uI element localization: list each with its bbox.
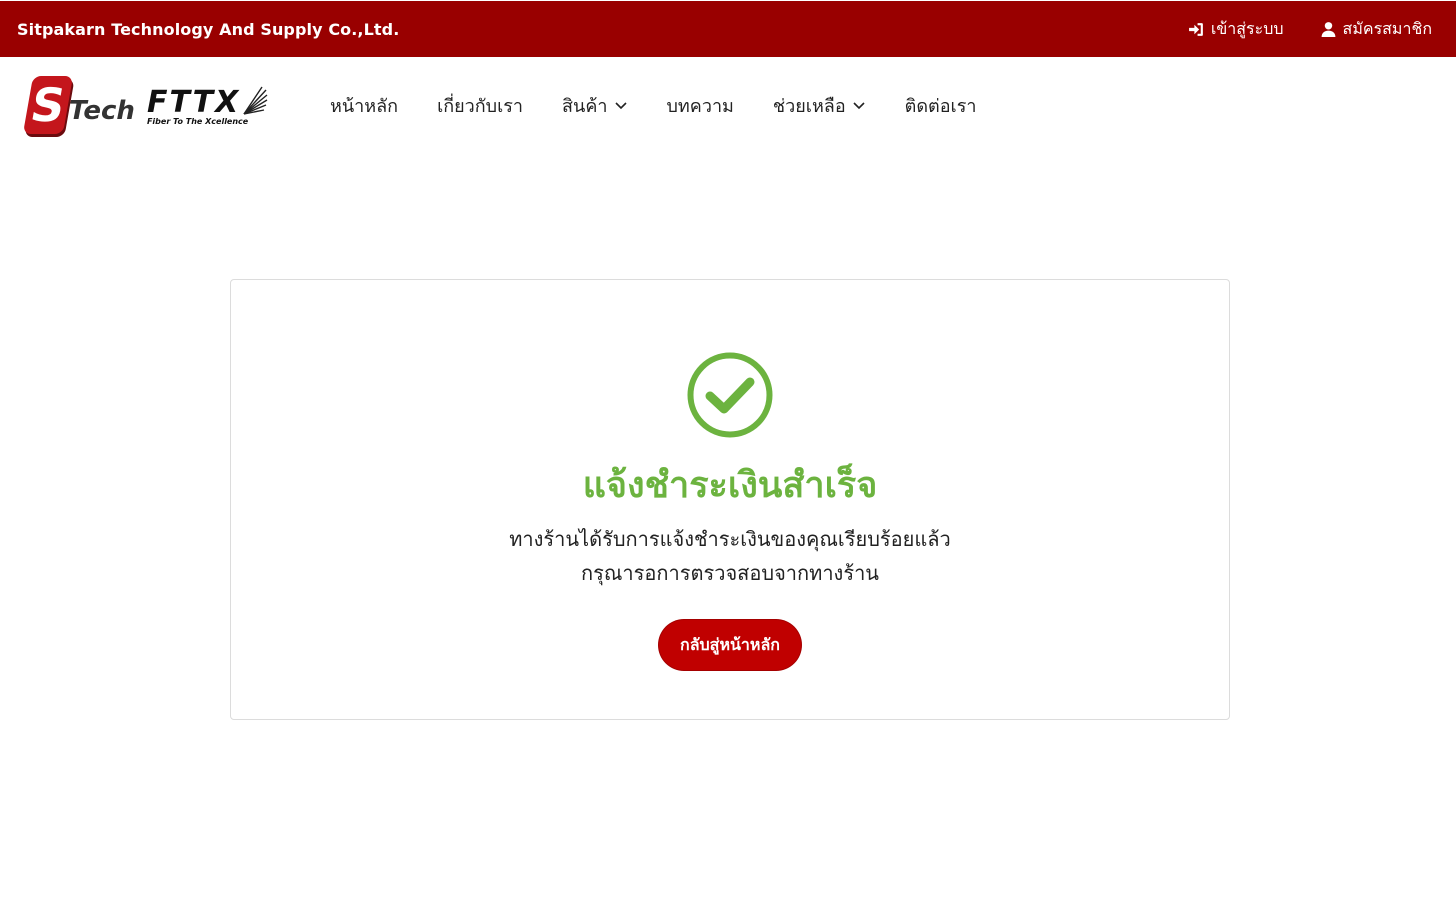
nav-item-label: หน้าหลัก xyxy=(330,95,399,117)
logo-fttx-tagline: Fiber To The Xcellence xyxy=(146,117,249,126)
account-links: เข้าสู่ระบบ สมัครสมาชิก xyxy=(1188,17,1432,42)
message-line-2: กรุณารอการตรวจสอบจากทางร้าน xyxy=(581,561,879,585)
logo-fttx-word: FTTX xyxy=(146,85,241,120)
check-circle-icon xyxy=(687,352,773,438)
logo-tech-word: Tech xyxy=(69,96,135,126)
login-link[interactable]: เข้าสู่ระบบ xyxy=(1188,17,1284,42)
register-link[interactable]: สมัครสมาชิก xyxy=(1320,17,1432,42)
login-label: เข้าสู่ระบบ xyxy=(1210,18,1284,38)
payment-success-card: แจ้งชำระเงินสำเร็จ ทางร้านได้รับการแจ้งช… xyxy=(230,279,1230,720)
nav-item-label: บทความ xyxy=(666,95,734,117)
nav-menu: หน้าหลัก เกี่ยวกับเรา สินค้า บทความ ช่วย… xyxy=(330,91,1015,120)
message-line-1: ทางร้านได้รับการแจ้งชำระเงินของคุณเรียบร… xyxy=(509,527,951,551)
top-bar: Sitpakarn Technology And Supply Co.,Ltd.… xyxy=(0,1,1456,57)
fiber-rays-icon xyxy=(243,86,268,115)
nav-item-products[interactable]: สินค้า xyxy=(562,91,627,120)
nav-item-label: สินค้า xyxy=(562,95,608,117)
company-name: Sitpakarn Technology And Supply Co.,Ltd. xyxy=(17,19,400,39)
success-message: ทางร้านได้รับการแจ้งชำระเงินของคุณเรียบร… xyxy=(231,522,1229,590)
main-navbar: S Tech FTTX Fiber To The Xcellence หน้าห… xyxy=(0,57,1456,153)
chevron-down-icon xyxy=(853,102,865,110)
nav-item-label: ติดต่อเรา xyxy=(904,95,977,117)
sign-in-icon xyxy=(1188,22,1203,36)
nav-item-help[interactable]: ช่วยเหลือ xyxy=(773,91,866,120)
success-title: แจ้งชำระเงินสำเร็จ xyxy=(582,465,878,506)
user-icon xyxy=(1321,21,1335,37)
nav-item-label: ช่วยเหลือ xyxy=(772,95,846,117)
register-label: สมัครสมาชิก xyxy=(1342,18,1432,38)
logo-fttx: FTTX Fiber To The Xcellence xyxy=(146,85,249,127)
back-to-home-button[interactable]: กลับสู่หน้าหลัก xyxy=(659,620,801,670)
nav-item-articles[interactable]: บทความ xyxy=(667,91,734,120)
nav-item-about[interactable]: เกี่ยวกับเรา xyxy=(437,91,523,120)
nav-item-home[interactable]: หน้าหลัก xyxy=(330,91,398,120)
logo-s-mark: S xyxy=(22,76,74,134)
nav-item-contact[interactable]: ติดต่อเรา xyxy=(905,91,977,120)
site-logo[interactable]: S Tech FTTX Fiber To The Xcellence xyxy=(22,72,288,138)
nav-item-label: เกี่ยวกับเรา xyxy=(437,95,524,117)
chevron-down-icon xyxy=(614,102,627,110)
